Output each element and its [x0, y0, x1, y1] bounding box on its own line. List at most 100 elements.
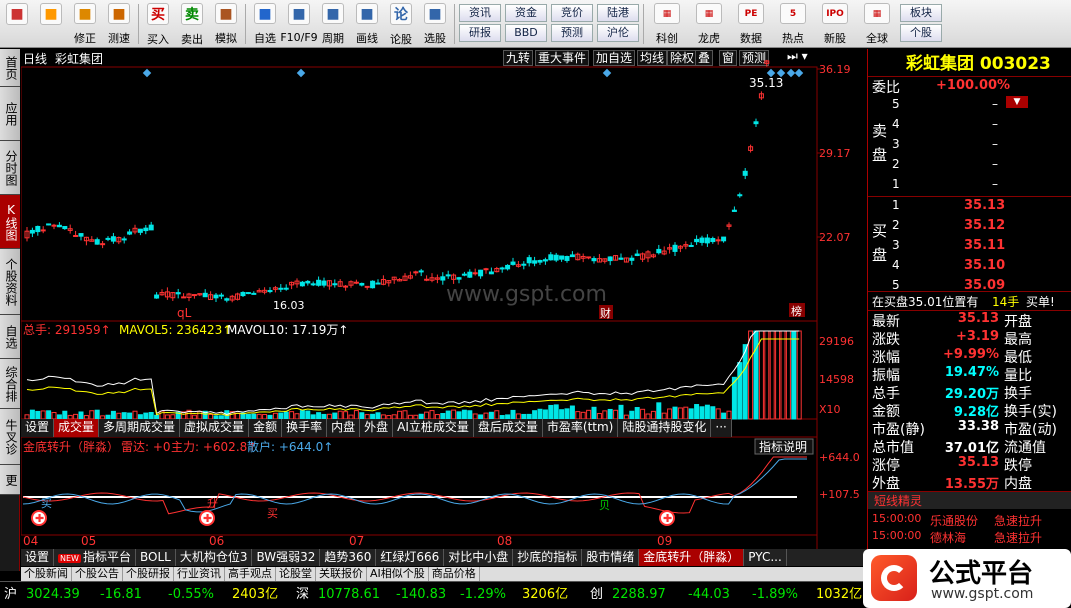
pair-button[interactable]: 陆港 [597, 4, 639, 22]
back-arrow-button[interactable]: ■ [34, 0, 68, 46]
volume-tab[interactable]: 外盘 [360, 419, 394, 437]
sell-price[interactable]: – [992, 137, 998, 151]
ind-tick: +107.5 [819, 488, 860, 501]
info-link[interactable]: AI相似个股 [367, 567, 429, 581]
event-marker-icon[interactable] [794, 68, 804, 78]
pair-button[interactable]: BBD [505, 24, 547, 42]
buy-price[interactable]: 35.11 [964, 238, 1005, 253]
sidebar-tab[interactable]: K线图 [0, 195, 20, 249]
sell-price[interactable]: – [992, 97, 998, 111]
volume-tab[interactable]: 内盘 [327, 419, 361, 437]
sell-button[interactable]: 卖卖出 [175, 0, 209, 46]
sidebar-tab[interactable]: 应用 [0, 87, 20, 141]
clock-button[interactable]: ■ 测速 [102, 0, 136, 46]
indicator-tab[interactable]: 大机构仓位3 [176, 549, 253, 566]
pair-button[interactable]: 资金 [505, 4, 547, 22]
pen-button[interactable]: ■ 画线 [350, 0, 384, 46]
buy-price[interactable]: 35.12 [964, 218, 1005, 233]
hammer-button[interactable]: ■ 模拟 [209, 0, 243, 46]
volume-bar [424, 411, 430, 420]
pair-button[interactable]: 沪伦 [597, 24, 639, 42]
volume-tab[interactable]: 设置 [21, 419, 55, 437]
globe-button[interactable]: ▦ 全球 [856, 0, 898, 46]
volume-tab[interactable]: 盘后成交量 [473, 419, 543, 437]
kechuang-button[interactable]: ▦ 科创 [646, 0, 688, 46]
buy-signal-glyph: ✚ [663, 512, 672, 525]
jingling-title[interactable]: 短线精灵 [874, 492, 922, 509]
bang-marker[interactable]: 榜 [791, 304, 802, 318]
sidebar-tab[interactable]: 牛叉诊股 [0, 409, 20, 465]
alert-stock[interactable]: 德林海 [930, 529, 966, 546]
sell-price[interactable]: – [992, 177, 998, 191]
sidebar-tab[interactable]: 个股资料 [0, 249, 20, 315]
volume-tab[interactable]: 金额 [249, 419, 283, 437]
indicator-tab[interactable]: 股市情绪 [582, 549, 640, 566]
pair-button[interactable]: 资讯 [459, 4, 501, 22]
indicator-tab[interactable]: PYC... [744, 549, 787, 566]
info-link[interactable]: 商品价格 [429, 567, 480, 581]
indicator-tab[interactable]: 趋势360 [320, 549, 377, 566]
volume-tab[interactable]: 虚拟成交量 [180, 419, 250, 437]
info-link[interactable]: 个股公告 [72, 567, 123, 581]
mavol5-line [26, 330, 800, 415]
star-button[interactable]: ■ 自选 [248, 0, 282, 46]
buy-price[interactable]: 35.13 [964, 198, 1005, 213]
f10-button[interactable]: ■ F10/F9 [280, 0, 318, 46]
buy-button[interactable]: 买买入 [141, 0, 175, 46]
discuss-button[interactable]: 论论股 [384, 0, 418, 46]
indicator-tab[interactable]: 金底转升（胖淼） [639, 549, 745, 566]
indicator-tab[interactable]: BW强弱32 [252, 549, 321, 566]
volume-tab[interactable]: 多周期成交量 [99, 419, 181, 437]
indicator-tab[interactable]: NEW 指标平台 [54, 549, 136, 566]
indicator-tab[interactable]: 红绿灯666 [376, 549, 445, 566]
volume-tab[interactable]: 换手率 [282, 419, 328, 437]
event-marker-icon[interactable] [142, 68, 152, 78]
edit-button[interactable]: ■ 修正 [68, 0, 102, 46]
sidebar-tab[interactable]: 综合排名 [0, 359, 20, 409]
kline-chart[interactable]: 36.19 29.17 22.07 www.gspt.com 35.13 16.03 qL 财… [21, 49, 867, 549]
event-marker-icon[interactable] [786, 68, 796, 78]
indicator-tab[interactable]: 对比中小盘 [444, 549, 514, 566]
indicator-tab[interactable]: BOLL [136, 549, 176, 566]
cai-marker[interactable]: 财 [600, 306, 611, 320]
info-link[interactable]: 个股新闻 [21, 567, 72, 581]
buy-price[interactable]: 35.10 [964, 258, 1005, 273]
volume-tab[interactable]: 成交量 [54, 419, 100, 437]
data-button[interactable]: PE 数据 [730, 0, 772, 46]
pair-button[interactable]: 预测 [551, 24, 593, 42]
info-link[interactable]: 论股堂 [276, 567, 316, 581]
indicator-tab-label: 股市情绪 [586, 550, 635, 564]
event-marker-icon[interactable] [296, 68, 306, 78]
ipo-button[interactable]: IPO 新股 [814, 0, 856, 46]
indicator-tab[interactable]: 抄底的指标 [513, 549, 583, 566]
pair-button[interactable]: 研报 [459, 24, 501, 42]
info-link[interactable]: 高手观点 [225, 567, 276, 581]
cycle-button[interactable]: ■ 周期 [316, 0, 350, 46]
sell-price[interactable]: – [992, 157, 998, 171]
sidebar-tab[interactable]: 首页 [0, 49, 20, 87]
hotspot-button[interactable]: 5 热点 [772, 0, 814, 46]
volume-tab[interactable]: AI立桩成交量 [393, 419, 474, 437]
pair-button[interactable]: 个股 [900, 24, 942, 42]
indicator-explain-button[interactable]: 指标说明 [759, 439, 807, 454]
grid-button[interactable]: ■ [0, 0, 34, 46]
indicator-name[interactable]: 金底转升（胖淼） [23, 439, 119, 454]
sidebar-tab[interactable]: 更多 [0, 465, 20, 495]
volume-tab[interactable]: ··· [711, 419, 732, 437]
volume-tab[interactable]: 市盈率(ttm) [542, 419, 619, 437]
select-stock-button[interactable]: ■ 选股 [418, 0, 452, 46]
chevron-down-icon[interactable]: ▼ [1006, 96, 1028, 108]
sell-price[interactable]: – [992, 117, 998, 131]
sidebar-tab[interactable]: 分时图 [0, 141, 20, 195]
event-marker-icon[interactable] [602, 68, 612, 78]
pair-button[interactable]: 竞价 [551, 4, 593, 22]
indicator-tab[interactable]: 设置 [21, 549, 55, 566]
sidebar-tab[interactable]: 自选股 [0, 315, 20, 359]
volume-tab[interactable]: 陆股通持股变化 [618, 419, 712, 437]
dragon-button[interactable]: ▦ 龙虎 [688, 0, 730, 46]
info-link[interactable]: 行业资讯 [174, 567, 225, 581]
alert-stock[interactable]: 乐通股份 [930, 512, 978, 529]
pair-button[interactable]: 板块 [900, 4, 942, 22]
info-link[interactable]: 关联报价 [316, 567, 367, 581]
info-link[interactable]: 个股研报 [123, 567, 174, 581]
